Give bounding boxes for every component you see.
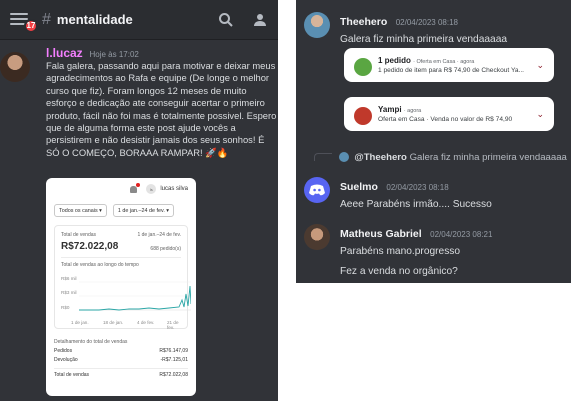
orders-count: 688 pedido(s) [150,246,181,252]
notification-card[interactable]: 1 pedido · Oferta em Casa · agora 1 pedi… [344,48,554,82]
notification-body: 1 pedido de item para R$ 74,90 de Checko… [378,67,525,74]
y-tick: R$0 [61,305,70,310]
author-name[interactable]: Matheus Gabriel [340,228,422,240]
author-name[interactable]: Theehero [340,16,387,28]
breakdown-row: Pedidos R$76.147,09 [54,348,188,354]
author-name[interactable]: Suelmo [340,181,378,193]
discord-icon[interactable] [304,177,330,203]
author-name[interactable]: l.lucaz [46,46,83,60]
timestamp: Hoje às 17:02 [89,50,139,59]
y-tick: R$6 mil [61,276,77,281]
date-filter: 1 de jan.–24 de fev. ▾ [112,204,175,217]
menu-icon[interactable]: 17 [10,12,38,33]
message-text: Fala galera, passando aqui para motivar … [46,60,277,158]
channel-header: 17 # mentalidade [0,0,278,40]
reply-connector [314,153,332,162]
breakdown-row: Devolução -R$7.125,01 [54,357,188,363]
x-tick: 18 de jan. [103,320,124,325]
notification-badge: 17 [24,18,38,33]
message: Suelmo 02/04/2023 08:18 Aeee Parabéns ir… [340,177,492,210]
timestamp: 02/04/2023 08:21 [430,230,493,239]
notification-card[interactable]: Yampi · agora Oferta em Casa · Venda no … [344,97,554,131]
chevron-down-icon[interactable]: ⌄ [536,109,544,120]
message-text: Parabéns mano.progresso [340,246,461,257]
hash-icon: # [42,10,51,28]
message-text: Fez a venda no orgânico? [340,266,458,277]
attached-image[interactable]: ls lucas silva Todos os canais ▾ 1 de ja… [46,178,196,396]
yampi-icon [354,107,372,125]
composite-screenshot: 17 # mentalidade l.lucaz Hoje às 17:02 F… [0,0,571,401]
avatar[interactable] [304,12,330,38]
y-tick: R$3 mil [61,290,77,295]
avatar [338,152,349,163]
chevron-down-icon[interactable]: ⌄ [536,60,544,71]
total-range: 1 de jan.–24 de fev. [137,232,181,238]
reply-author: @Theehero [354,152,407,163]
sales-line [79,281,191,311]
total-value: R$72.022,08 [61,241,119,252]
notification-meta: · agora [403,108,422,114]
x-tick: 1 de jan. [71,320,89,325]
reply-text: Galera fiz minha primeira vendaaaaa [409,152,567,163]
notification-meta: · Oferta em Casa · agora [413,59,475,65]
discord-chat-panel: Theehero 02/04/2023 08:18 Galera fiz min… [296,0,571,283]
search-icon[interactable] [218,12,234,28]
reply-reference[interactable]: @Theehero Galera fiz minha primeira vend… [314,152,567,163]
message: Matheus Gabriel 02/04/2023 08:21 Parabén… [340,224,492,277]
shop-icon [354,58,372,76]
members-icon[interactable] [252,12,268,28]
message-text: Galera fiz minha primeira vendaaaaa [340,34,508,45]
avatar[interactable] [304,224,330,250]
chart-title: Total de vendas ao longo do tempo [61,257,181,268]
timestamp: 02/04/2023 08:18 [386,183,449,192]
total-label: Total de vendas [61,232,97,238]
shot-user: lucas silva [160,186,188,192]
breakdown-row: Total de vendas R$72.022,08 [54,368,188,378]
discord-channel-panel: 17 # mentalidade l.lucaz Hoje às 17:02 F… [0,0,278,401]
x-tick: 21 de fev. [167,320,179,330]
notification-title: 1 pedido [378,56,411,65]
channel-name: mentalidade [56,12,133,27]
sales-breakdown: Detalhamento do total de vendas Pedidos … [54,339,188,378]
message: Theehero 02/04/2023 08:18 Galera fiz min… [340,12,507,45]
timestamp: 02/04/2023 08:18 [395,18,458,27]
sales-chart: R$6 mil R$3 mil R$0 1 de jan. 18 de jan.… [61,270,191,330]
x-tick: 4 de fev. [137,320,155,325]
message-text: Aeee Parabéns irmão.... Sucesso [340,199,492,210]
sales-card: Total de vendas 1 de jan.–24 de fev. R$7… [54,225,191,330]
breakdown-title: Detalhamento do total de vendas [54,339,128,345]
bell-icon [130,182,141,193]
channels-filter: Todos os canais ▾ [54,204,107,217]
avatar[interactable] [0,52,30,82]
notification-body: Oferta em Casa · Venda no valor de R$ 74… [378,116,513,123]
avatar: ls [146,184,157,194]
notification-title: Yampi [378,105,402,114]
message: l.lucaz Hoje às 17:02 Fala galera, passa… [0,46,278,159]
